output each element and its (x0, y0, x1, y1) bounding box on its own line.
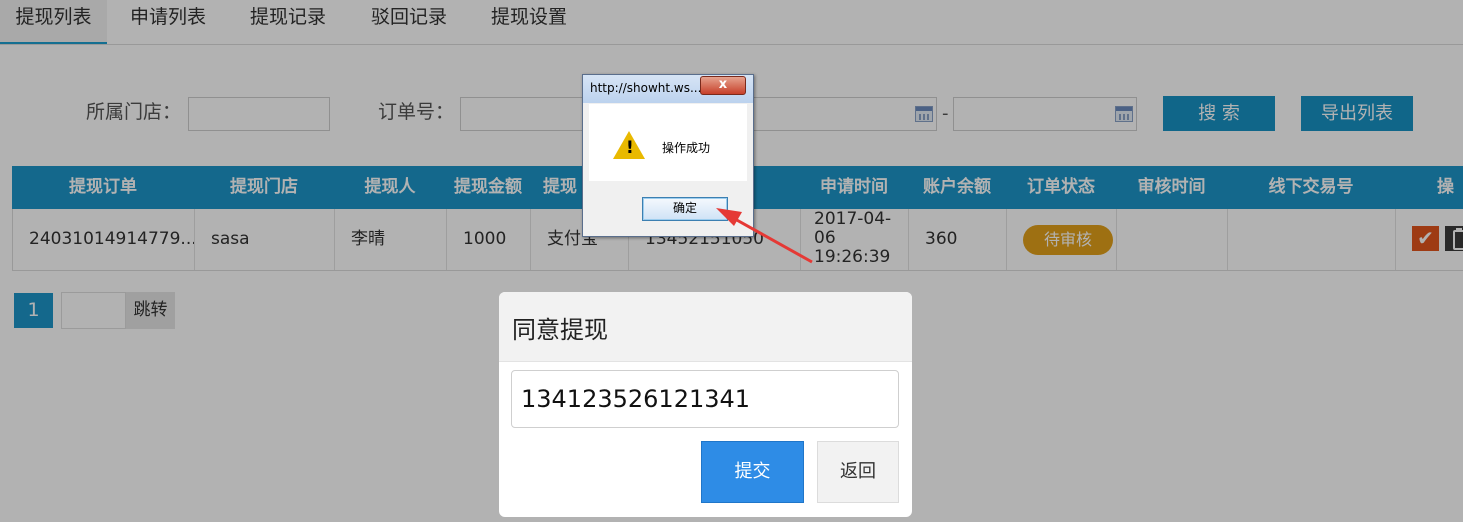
arrow-shaft (725, 212, 813, 264)
red-arrow (716, 208, 813, 264)
arrow-head (716, 208, 742, 226)
